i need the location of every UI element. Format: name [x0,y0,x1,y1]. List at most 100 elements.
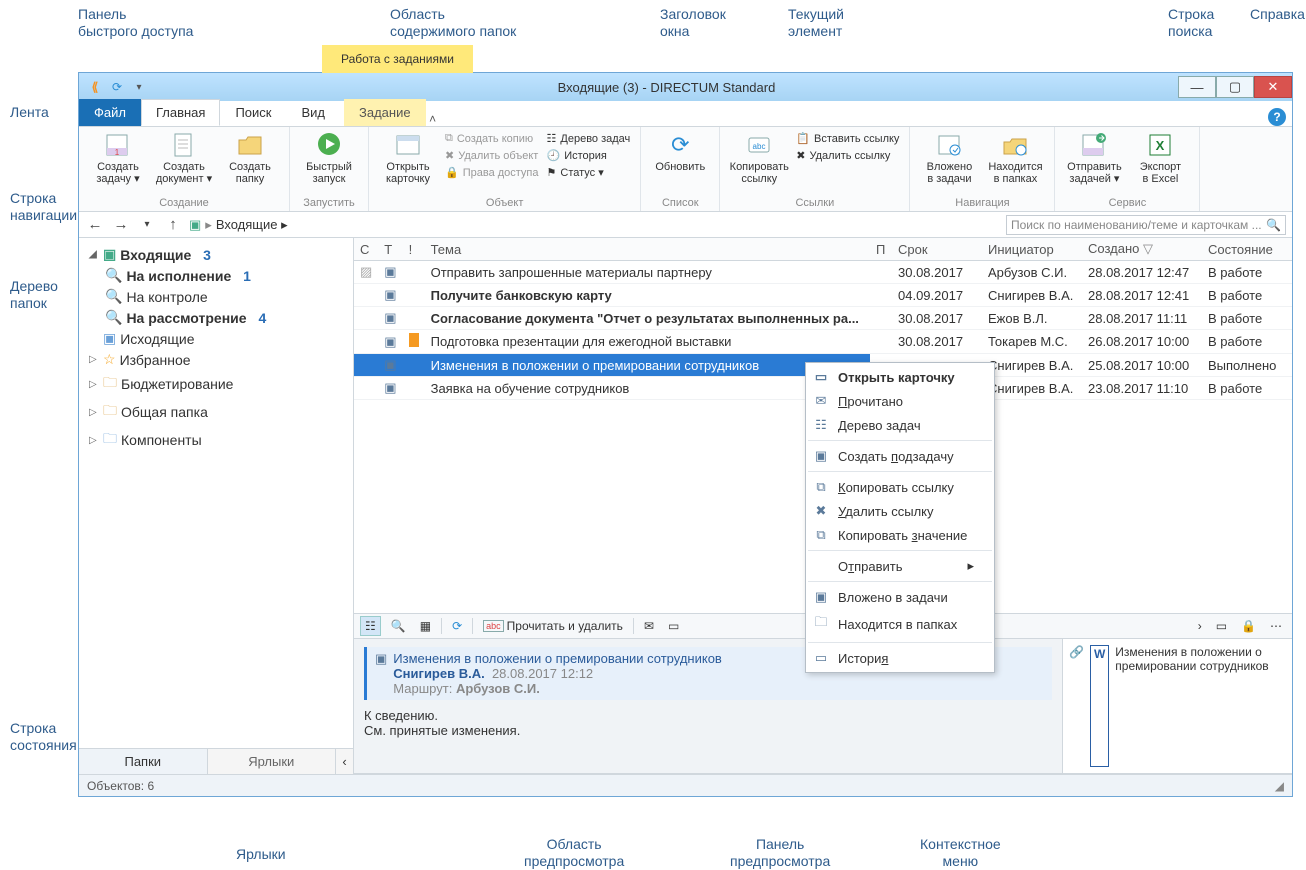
nav-forward-icon[interactable]: → [111,216,131,233]
close-button[interactable]: ✕ [1254,76,1292,98]
nav-back-icon[interactable]: ← [85,216,105,233]
card-icon: ▭ [812,369,830,385]
preview-lock-button[interactable]: 🔒 [1237,617,1260,635]
history-icon: ▭ [812,650,830,666]
in-folders-button[interactable]: Находится в папках [984,129,1046,185]
delete-object-button[interactable]: ✖Удалить объект [443,148,541,163]
table-row[interactable]: ▣Подготовка презентации для ежегодной вы… [354,330,1292,354]
col-c[interactable]: С [354,238,378,261]
history-button[interactable]: 🕘История [545,148,633,163]
col-initiator[interactable]: Инициатор [982,238,1082,261]
ribbon: 1Создать задачу ▾ Создать документ ▾ Соз… [79,127,1292,212]
callout-current-item: Текущий элемент [788,6,844,40]
ctx-in-tasks[interactable]: ▣Вложено в задачи [806,585,994,609]
ctx-in-folders[interactable]: 🗀Находится в папках [806,609,994,639]
preview-card-button[interactable]: ▭ [664,617,683,635]
table-row[interactable]: ▨▣Отправить запрошенные материалы партне… [354,261,1292,284]
tree-shared[interactable]: ▷🗀Общая папка [83,398,349,426]
callout-status: Строка состояния [10,720,77,754]
open-card-button[interactable]: Открыть карточку [377,129,439,185]
create-document-button[interactable]: Создать документ ▾ [153,129,215,185]
create-copy-button[interactable]: ⧉Создать копию [443,131,541,146]
ribbon-collapse-icon[interactable]: ˄ [426,112,440,126]
copy-link-button[interactable]: abcКопировать ссылку [728,129,790,185]
task-tree-button[interactable]: ☷Дерево задач [545,131,633,146]
col-state[interactable]: Состояние [1202,238,1292,261]
quick-run-button[interactable]: Быстрый запуск [298,129,360,185]
folder-icon: 🗀 [103,372,117,396]
refresh-button[interactable]: ⟳Обновить [649,129,711,173]
col-due[interactable]: Срок [892,238,982,261]
preview-attachments: 🔗 W Изменения в положении о премировании… [1062,639,1292,773]
preview-tree-view-button[interactable]: ☷ [360,616,381,636]
status-bar: Объектов: 6 ◢ [79,774,1292,796]
ctx-copy-value[interactable]: ⧉Копировать значение [806,523,994,547]
tab-search[interactable]: Поиск [220,99,286,126]
maximize-button[interactable]: ▢ [1216,76,1254,98]
ctx-read[interactable]: ✉Прочитано [806,389,994,413]
preview-read-delete-button[interactable]: abcПрочитать и удалить [479,617,627,635]
col-created[interactable]: Создано ▽ [1082,238,1202,261]
help-button[interactable]: ? [1268,108,1286,126]
tree-inbox[interactable]: ◢▣Входящие 3 [83,244,349,265]
preview-mail-button[interactable]: ✉ [640,617,658,635]
in-folders-icon: 🗀 [812,613,830,635]
preview-doc-button[interactable]: ▭ [1212,617,1231,635]
table-row[interactable]: ▣Получите банковскую карту04.09.2017Сниг… [354,284,1292,307]
export-excel-button[interactable]: XЭкспорт в Excel [1129,129,1191,185]
table-row[interactable]: ▣Согласование документа "Отчет о результ… [354,307,1292,330]
tab-home[interactable]: Главная [141,99,220,126]
resize-grip-icon[interactable]: ◢ [1275,779,1284,793]
create-folder-button[interactable]: Создать папку [219,129,281,185]
tab-task[interactable]: Задание [344,99,426,126]
in-tasks-button[interactable]: Вложено в задачи [918,129,980,185]
nav-up-icon[interactable]: ↑ [163,216,183,233]
lock-icon: 🔒 [445,166,459,179]
tree-tab-folders[interactable]: Папки [79,749,208,774]
outbox-icon: ▣ [103,330,116,347]
delete-link-button[interactable]: ✖Удалить ссылку [794,148,901,163]
send-task-button[interactable]: Отправить задачей ▾ [1063,129,1125,185]
qa-dropdown-icon[interactable]: ▾ [131,79,147,95]
ctx-create-subtask[interactable]: ▣Создать подзадачу [806,444,994,468]
col-flag[interactable]: ! [403,238,425,261]
ctx-open-card[interactable]: ▭Открыть карточку [806,365,994,389]
nav-history-dropdown[interactable]: ▾ [137,219,157,230]
tree-control[interactable]: 🔍На контроле [83,286,349,307]
app-window: ⟪ ⟳ ▾ Работа с заданиями Входящие (3) - … [78,72,1293,797]
create-task-button[interactable]: 1Создать задачу ▾ [87,129,149,185]
minimize-button[interactable]: — [1178,76,1216,98]
tab-file[interactable]: Файл [79,99,141,126]
tree-review[interactable]: 🔍На рассмотрение 4 [83,307,349,328]
preview-search-button[interactable]: 🔍 [387,617,410,635]
shared-folder-icon: 🗀 [103,400,117,424]
tree-tab-collapse[interactable]: ‹ [335,749,353,774]
svg-text:X: X [1156,138,1165,153]
preview-refresh-button[interactable]: ⟳ [448,617,466,635]
attachment-title[interactable]: Изменения в положении о премировании сот… [1115,645,1286,767]
status-button[interactable]: ⚑Статус ▾ [545,165,633,180]
tree-components[interactable]: ▷🗀Компоненты [83,426,349,454]
paste-link-button[interactable]: 📋Вставить ссылку [794,131,901,146]
col-p[interactable]: П [870,238,892,261]
tree-budget[interactable]: ▷🗀Бюджетирование [83,370,349,398]
col-t[interactable]: Т [378,238,402,261]
tree-exec[interactable]: 🔍На исполнение 1 [83,265,349,286]
tree-tab-shortcuts[interactable]: Ярлыки [208,749,336,774]
ctx-history[interactable]: ▭История [806,646,994,670]
preview-expand-button[interactable]: › [1194,617,1206,635]
ctx-task-tree[interactable]: ☷Дерево задач [806,413,994,437]
tree-favorites[interactable]: ▷☆Избранное [83,349,349,370]
tab-view[interactable]: Вид [286,99,340,126]
preview-more-button[interactable]: ⋯ [1266,617,1286,635]
ctx-copy-link[interactable]: ⧉Копировать ссылку [806,475,994,499]
breadcrumb[interactable]: ▣ ▸ Входящие ▸ [189,217,288,233]
ctx-delete-link[interactable]: ✖Удалить ссылку [806,499,994,523]
access-rights-button[interactable]: 🔒Права доступа [443,165,541,180]
ctx-send[interactable]: Отправить▸ [806,554,994,578]
tree-outbox[interactable]: ▣Исходящие [83,328,349,349]
refresh-icon[interactable]: ⟳ [109,79,125,95]
search-input[interactable]: Поиск по наименованию/теме и карточкам .… [1006,215,1286,235]
col-subject[interactable]: Тема [425,238,870,261]
preview-grid-button[interactable]: ▦ [416,617,435,635]
